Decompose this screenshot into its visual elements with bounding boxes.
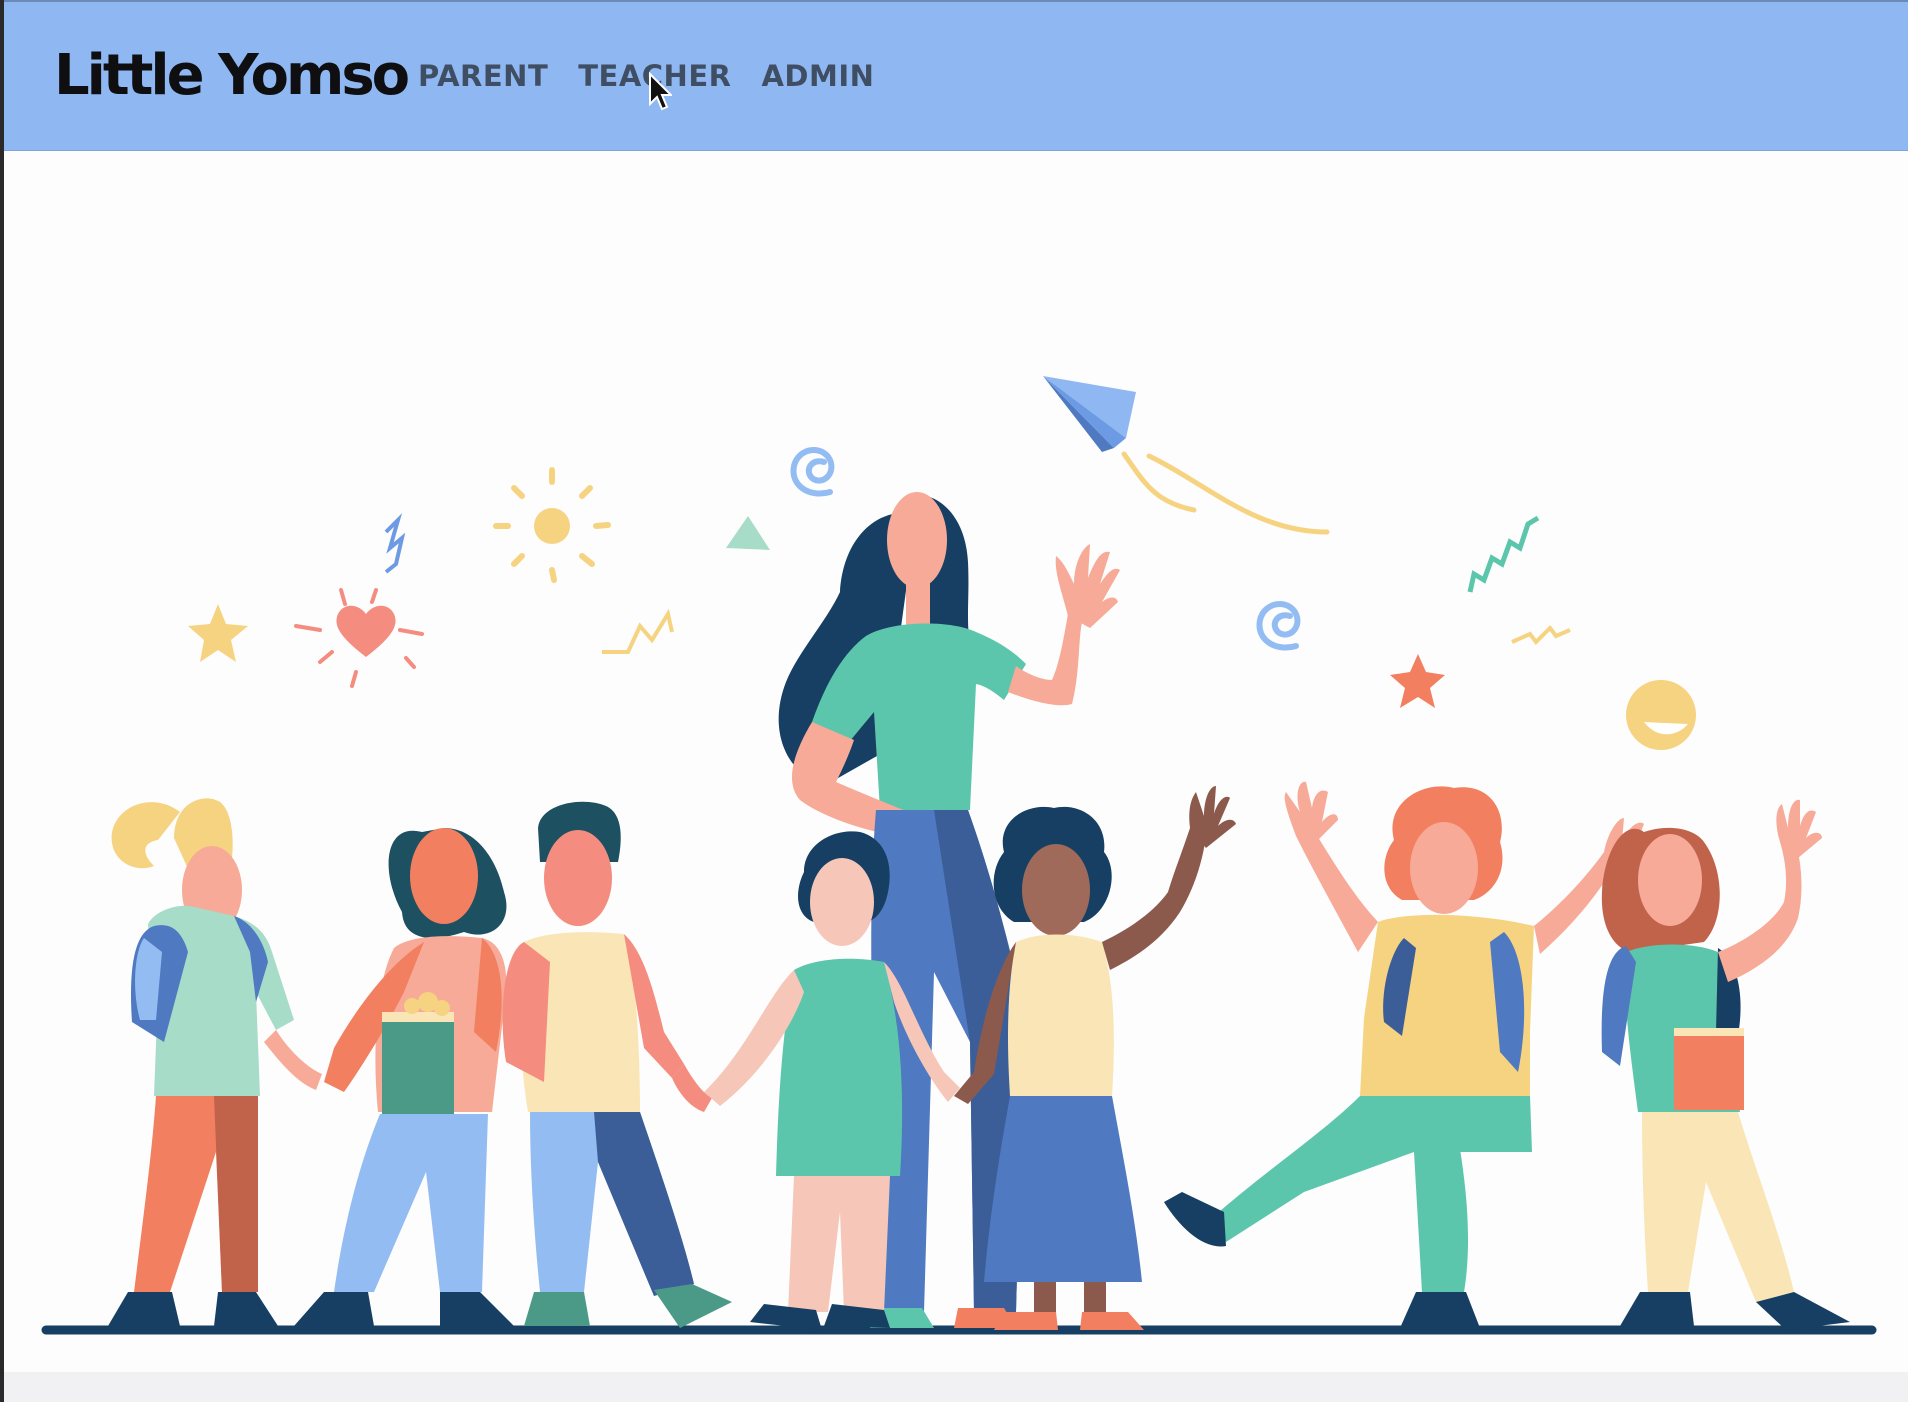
- nav-links: PARENT TEACHER ADMIN: [418, 56, 874, 96]
- nav-parent-link[interactable]: PARENT: [418, 56, 548, 96]
- moon-icon: [1626, 680, 1696, 750]
- nav-admin-link[interactable]: ADMIN: [761, 56, 874, 96]
- mouse-cursor-icon: [649, 72, 672, 111]
- paper-plane-icon: [1043, 376, 1330, 535]
- hero-section: [4, 152, 1908, 1402]
- star-icon: [188, 604, 248, 662]
- child-boy-jumping: [1164, 781, 1654, 1328]
- triangle-icon: [726, 516, 770, 550]
- top-navbar: Little Yomso PARENT TEACHER ADMIN: [4, 2, 1908, 151]
- child-girl-right-with-book: [1601, 799, 1850, 1330]
- teacher-with-children-illustration: [41, 376, 1877, 1335]
- brand-logo[interactable]: Little Yomso: [54, 38, 410, 114]
- star-icon: [1390, 654, 1445, 708]
- bottom-page-strip: [4, 1372, 1908, 1402]
- browser-window: Little Yomso PARENT TEACHER ADMIN: [4, 0, 1908, 1402]
- zigzag-icon: [1467, 515, 1540, 593]
- child-boy-cream-shirt: [502, 801, 732, 1328]
- zigzag-icon: [1511, 624, 1571, 646]
- zigzag-icon: [384, 513, 406, 574]
- spiral-icon: [1256, 601, 1301, 651]
- heart-icon: [294, 588, 424, 688]
- sun-icon: [493, 467, 611, 583]
- zigzag-icon: [602, 608, 674, 654]
- child-ponytail-girl: [108, 798, 322, 1326]
- child-girl-blue-skirt: [954, 786, 1236, 1330]
- spiral-icon: [790, 447, 835, 497]
- child-girl-with-book: [294, 828, 514, 1326]
